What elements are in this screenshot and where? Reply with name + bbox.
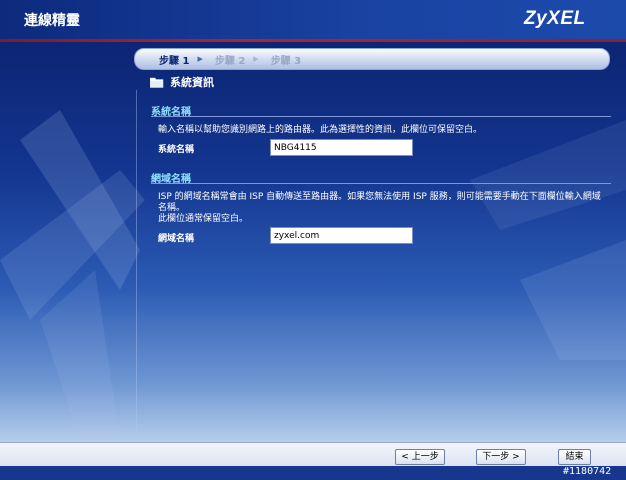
panel-heading: 系統資訊 — [149, 74, 214, 90]
system-name-input[interactable] — [270, 139, 413, 156]
system-name-label: 系統名稱 — [158, 145, 195, 155]
vertical-divider — [136, 90, 137, 440]
step-arrow-icon: ▶ — [197, 55, 203, 63]
step-arrow-icon: ▶ — [253, 55, 259, 63]
section-divider — [151, 116, 611, 117]
domain-name-description: ISP 的網域名稱常會由 ISP 自動傳送至路由器。如果您無法使用 ISP 服務… — [158, 192, 601, 213]
section-divider — [151, 183, 611, 184]
domain-name-note: 此欄位通常保留空白。 — [158, 214, 249, 224]
app-title: 連線精靈 — [24, 13, 80, 29]
watermark: #1180742 — [563, 466, 612, 477]
panel-heading-text: 系統資訊 — [170, 76, 214, 89]
folder-icon — [149, 77, 164, 88]
back-button[interactable]: < 上一步 — [395, 449, 445, 465]
system-name-description: 輸入名稱以幫助您識別網路上的路由器。此為選擇性的資訊，此欄位可保留空白。 — [158, 125, 483, 135]
step-2: 步驟 2 — [214, 55, 246, 67]
brand-logo: ZyXEL — [524, 8, 586, 29]
finish-button[interactable]: 結束 — [558, 449, 591, 465]
footer-strip — [0, 466, 626, 480]
domain-name-label: 網域名稱 — [158, 234, 195, 244]
step-1: 步驟 1 — [159, 55, 190, 67]
domain-name-input[interactable] — [270, 227, 413, 244]
next-button[interactable]: 下一步 > — [476, 449, 526, 465]
step-bar: 步驟 1 ▶ 步驟 2 ▶ 步驟 3 — [134, 48, 610, 70]
left-panel — [0, 42, 136, 442]
step-3: 步驟 3 — [270, 55, 302, 67]
